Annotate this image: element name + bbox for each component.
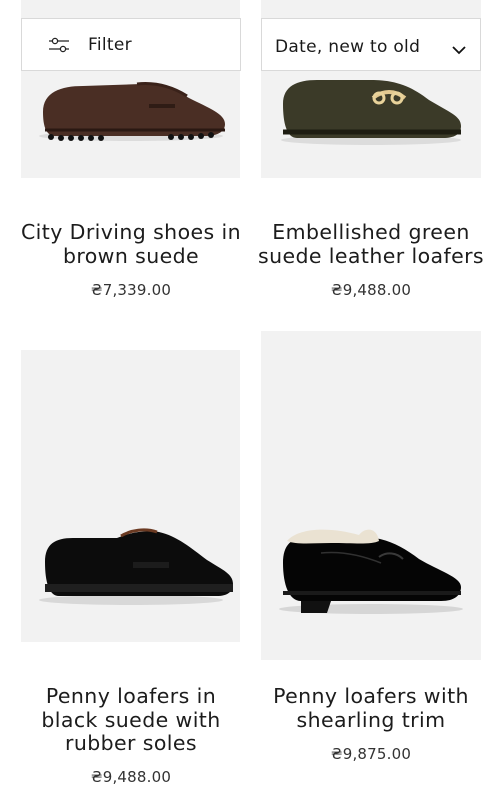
product-price: ₴9,488.00 (330, 281, 412, 299)
product-image-penny-black-suede[interactable] (21, 350, 240, 642)
title-line: black suede with (41, 707, 221, 732)
title-line: City Driving shoes in (20, 220, 242, 244)
product-price: ₴7,339.00 (90, 281, 172, 299)
product-title-city-driving[interactable]: City Driving shoes in brown suede (16, 220, 246, 268)
title-line: Penny loafers in (45, 684, 217, 708)
black-suede-loafer-image (39, 528, 233, 605)
filter-label: Filter (88, 34, 132, 55)
title-line: Penny loafers with (273, 684, 469, 708)
product-price: ₴9,875.00 (330, 745, 412, 763)
filter-button[interactable]: Filter (21, 18, 241, 71)
title-line: Embellished green (272, 220, 470, 244)
title-line: shearling trim (296, 707, 446, 732)
sort-label: Date, new to old (275, 36, 421, 57)
shearling-loafer-image (279, 529, 463, 614)
product-title-penny-shearling[interactable]: Penny loafers with shearling trim (256, 684, 486, 732)
product-price: ₴9,488.00 (90, 768, 172, 786)
title-line: suede leather loafers (257, 243, 485, 268)
product-title-penny-black-suede[interactable]: Penny loafers in black suede with rubber… (16, 684, 246, 756)
title-line: brown suede (62, 243, 200, 268)
filter-sliders-icon (48, 37, 70, 53)
title-line: rubber soles (64, 731, 197, 755)
product-title-embellished-green[interactable]: Embellished green suede leather loafers (256, 220, 486, 268)
chevron-down-icon (452, 40, 466, 54)
sort-select[interactable]: Date, new to old (261, 18, 481, 71)
product-image-penny-shearling[interactable] (261, 331, 481, 660)
